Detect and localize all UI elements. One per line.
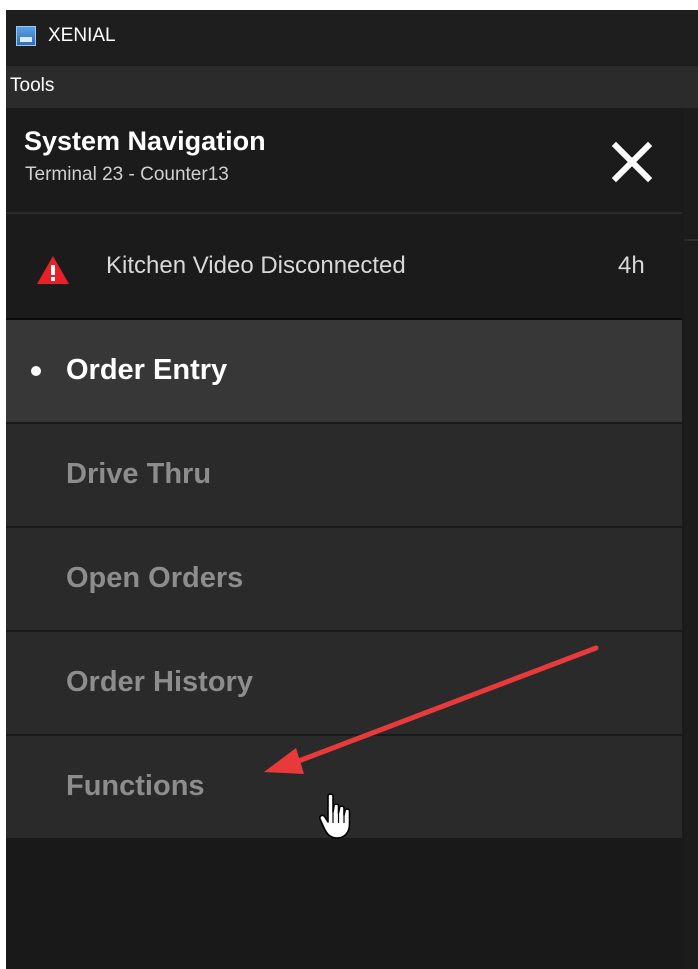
xenial-app-icon (16, 26, 36, 46)
active-bullet-icon (31, 366, 41, 376)
close-button[interactable] (606, 136, 658, 188)
nav-item-label: Order History (66, 666, 253, 698)
panel-header: System Navigation Terminal 23 - Counter1… (6, 108, 682, 214)
background-divider (684, 239, 698, 241)
menu-bar: Tools (6, 66, 698, 108)
system-navigation-panel: System Navigation Terminal 23 - Counter1… (6, 108, 682, 969)
alert-notification[interactable]: Kitchen Video Disconnected 4h (6, 214, 682, 320)
panel-title: System Navigation (24, 126, 266, 156)
nav-list: Order Entry Drive Thru Open Orders Order… (6, 320, 682, 840)
warning-icon (37, 256, 69, 284)
nav-item-order-entry[interactable]: Order Entry (6, 320, 682, 424)
close-icon (611, 141, 653, 183)
nav-item-label: Functions (66, 770, 205, 802)
menu-tools[interactable]: Tools (10, 75, 54, 97)
nav-item-label: Open Orders (66, 562, 244, 594)
app-title: XENIAL (48, 25, 116, 46)
app-window: XENIAL Tools System Navigation Terminal … (6, 10, 698, 969)
nav-item-open-orders[interactable]: Open Orders (6, 528, 682, 632)
nav-item-drive-thru[interactable]: Drive Thru (6, 424, 682, 528)
nav-item-label: Drive Thru (66, 458, 212, 490)
nav-item-label: Order Entry (66, 354, 228, 386)
terminal-subtitle: Terminal 23 - Counter13 (25, 164, 229, 185)
alert-time: 4h (618, 252, 645, 279)
alert-message: Kitchen Video Disconnected (106, 252, 406, 279)
nav-item-functions[interactable]: Functions (6, 736, 682, 840)
title-bar: XENIAL (6, 10, 698, 66)
nav-item-order-history[interactable]: Order History (6, 632, 682, 736)
background-strip (684, 108, 698, 969)
